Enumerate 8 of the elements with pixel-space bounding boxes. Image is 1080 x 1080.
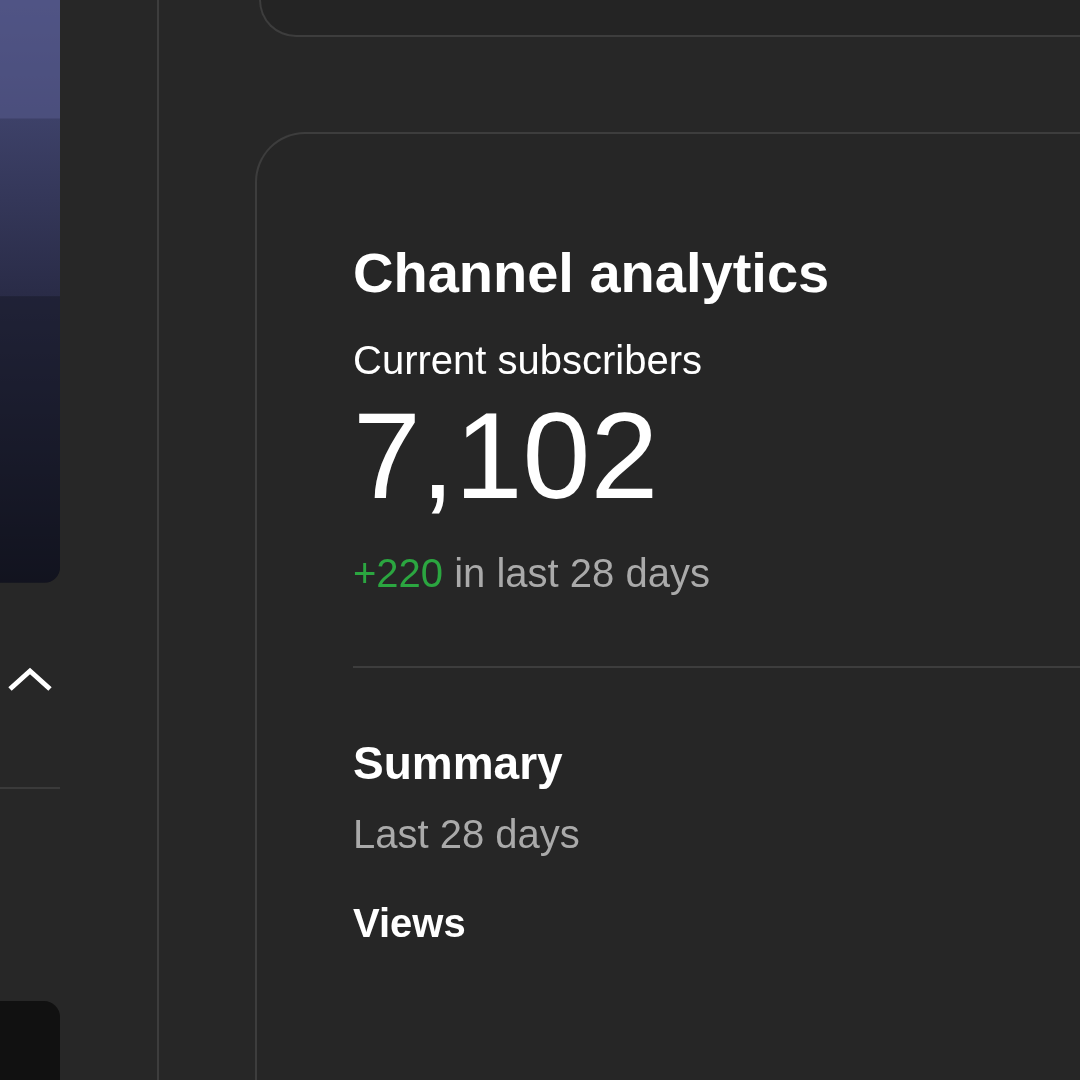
summary-period: Last 28 days (353, 811, 581, 857)
chevron-up-icon[interactable] (6, 666, 54, 693)
metric-label: Views (353, 900, 467, 946)
summary-title: Summary (353, 735, 564, 790)
subscriber-change: +220 in last 28 days (353, 550, 711, 596)
subscriber-count: 7,102 (353, 394, 660, 517)
subscribers-label: Current subscribers (353, 337, 703, 383)
card-title: Channel analytics (353, 242, 831, 304)
